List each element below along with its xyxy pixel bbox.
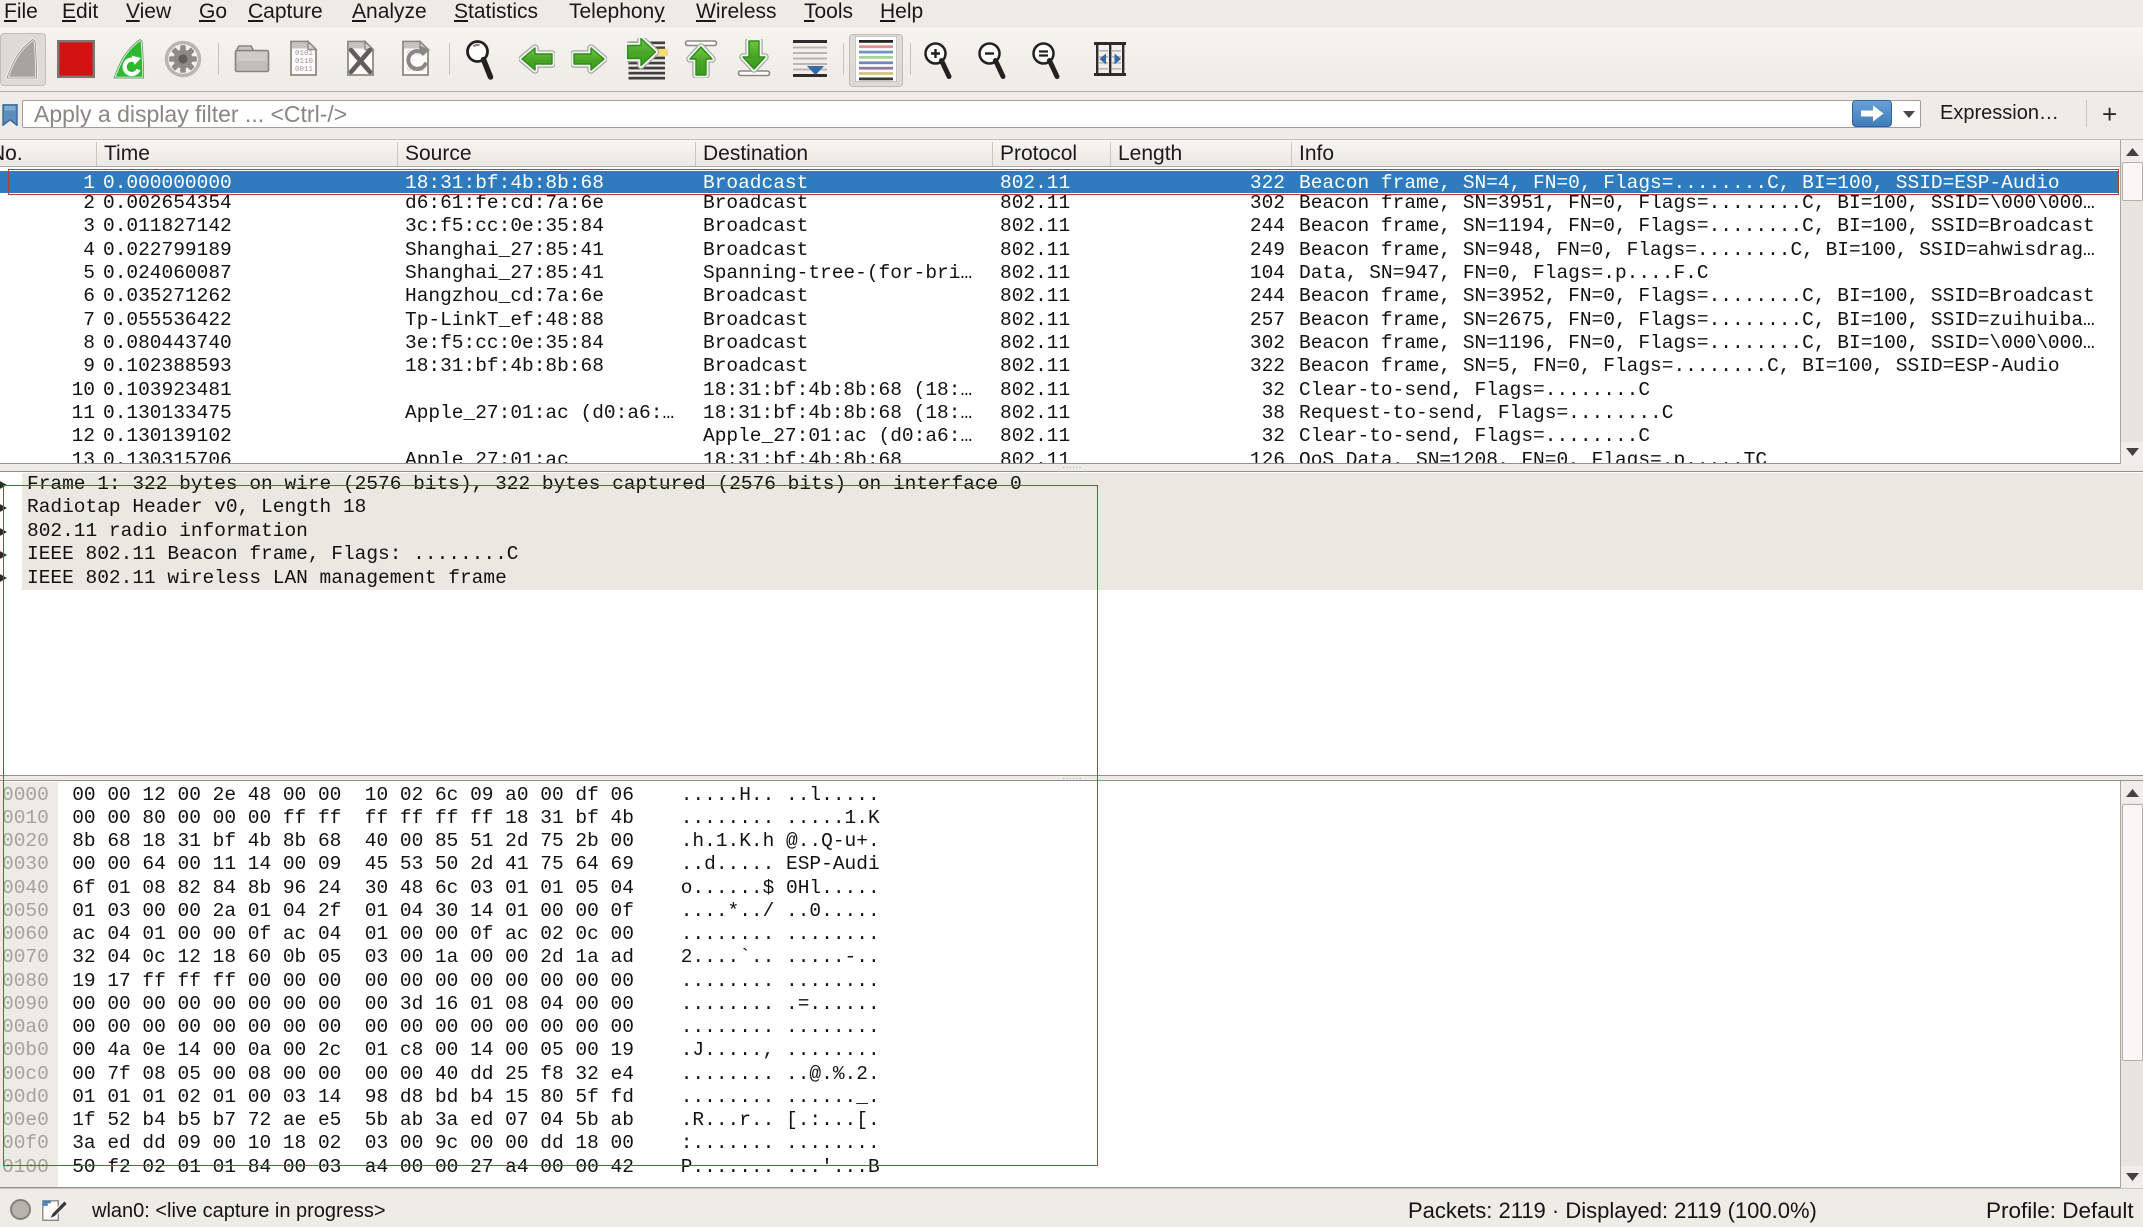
svg-text:0110: 0110	[295, 58, 314, 66]
svg-text:0011: 0011	[295, 66, 314, 74]
svg-text:0101: 0101	[295, 50, 314, 58]
